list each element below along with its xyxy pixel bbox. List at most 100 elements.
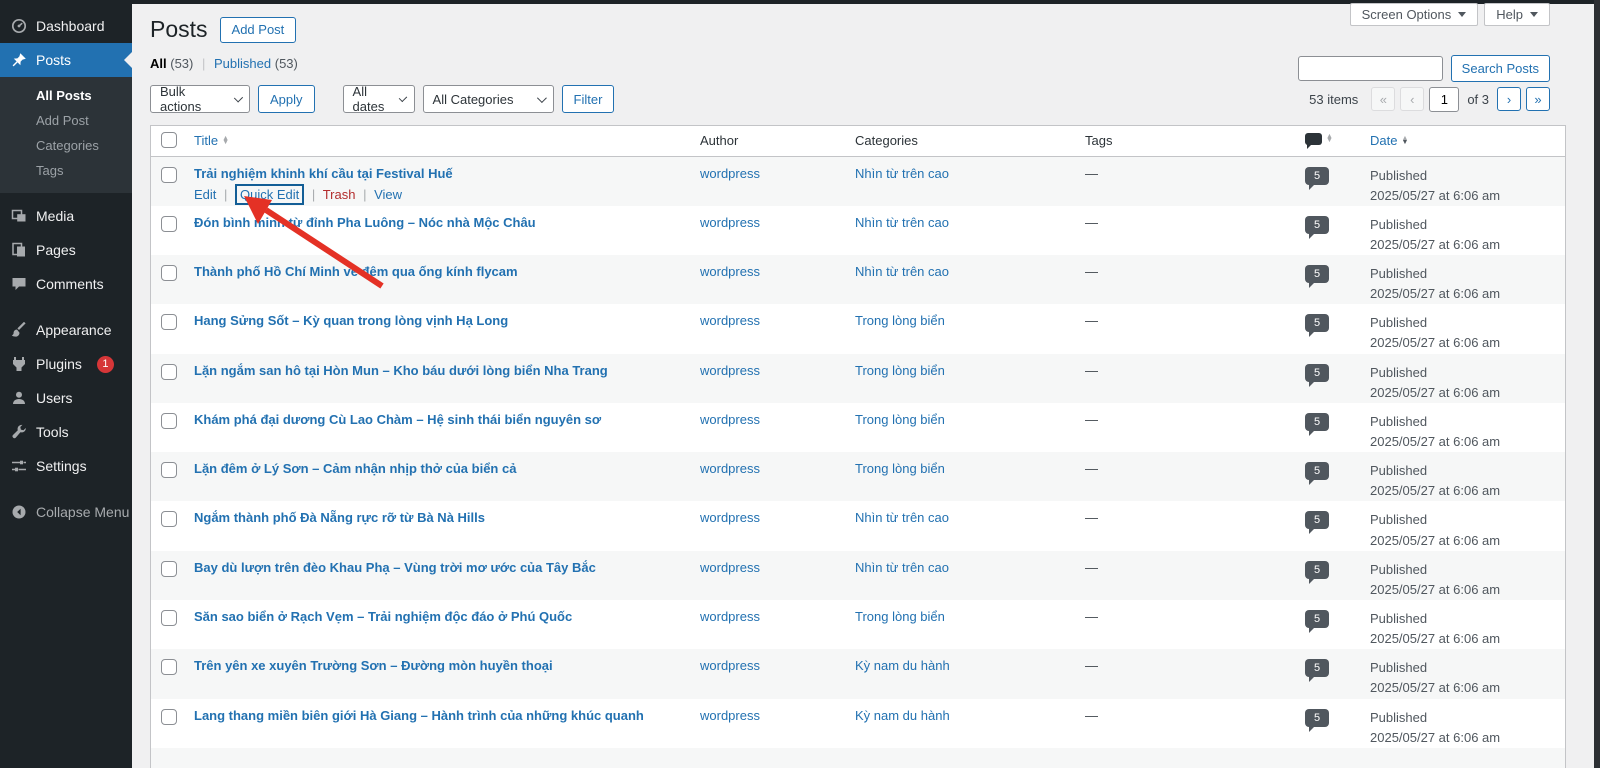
sidebar-item-media[interactable]: Media [0, 199, 132, 233]
author-link[interactable]: wordpress [700, 609, 760, 624]
author-link[interactable]: wordpress [700, 461, 760, 476]
author-link[interactable]: wordpress [700, 264, 760, 279]
post-title-link[interactable]: Đón bình minh từ đỉnh Pha Luông – Nóc nh… [194, 215, 536, 230]
author-link[interactable]: wordpress [700, 510, 760, 525]
view-all-link[interactable]: All [150, 56, 167, 71]
view-published-link[interactable]: Published [214, 56, 271, 71]
sidebar-item-pages[interactable]: Pages [0, 233, 132, 267]
post-title-link[interactable]: Trải nghiệm khinh khí cầu tại Festival H… [194, 166, 453, 181]
comment-count-bubble[interactable]: 5 [1305, 166, 1329, 190]
post-title-link[interactable]: Khám phá đại dương Cù Lao Chàm – Hệ sinh… [194, 412, 601, 427]
row-checkbox[interactable] [161, 215, 177, 232]
sidebar-item-comments[interactable]: Comments [0, 267, 132, 301]
post-title-link[interactable]: Bay dù lượn trên đèo Khau Phạ – Vùng trờ… [194, 560, 596, 575]
trash-link[interactable]: Trash [323, 187, 356, 202]
category-link[interactable]: Nhìn từ trên cao [855, 166, 949, 181]
category-link[interactable]: Kỳ nam du hành [855, 708, 950, 723]
category-link[interactable]: Kỳ nam du hành [855, 658, 950, 673]
sidebar-item-tools[interactable]: Tools [0, 415, 132, 449]
category-link[interactable]: Trong lòng biển [855, 412, 945, 427]
post-title-link[interactable]: Trên yên xe xuyên Trường Sơn – Đường mòn… [194, 658, 553, 673]
row-checkbox[interactable] [161, 462, 177, 479]
author-link[interactable]: wordpress [700, 708, 760, 723]
submenu-item-all-posts[interactable]: All Posts [0, 83, 132, 108]
date-filter-select[interactable]: All dates [342, 84, 415, 114]
sidebar-item-collapse-menu[interactable]: Collapse Menu [0, 495, 132, 529]
category-link[interactable]: Nhìn từ trên cao [855, 560, 949, 575]
author-link[interactable]: wordpress [700, 166, 760, 181]
row-checkbox[interactable] [161, 560, 177, 577]
category-link[interactable]: Nhìn từ trên cao [855, 510, 949, 525]
submenu-item-add-post[interactable]: Add Post [0, 108, 132, 133]
filter-button[interactable]: Filter [561, 85, 615, 113]
row-checkbox[interactable] [161, 659, 177, 676]
sidebar-item-posts[interactable]: Posts [0, 43, 132, 77]
search-posts-button[interactable]: Search Posts [1450, 55, 1550, 82]
post-title-link[interactable]: Ngắm thành phố Đà Nẵng rực rỡ từ Bà Nà H… [194, 510, 485, 525]
select-all-checkbox[interactable] [161, 131, 177, 148]
row-checkbox[interactable] [161, 363, 177, 380]
sidebar-item-dashboard[interactable]: Dashboard [0, 9, 132, 43]
author-link[interactable]: wordpress [700, 215, 760, 230]
help-button[interactable]: Help [1484, 3, 1550, 26]
view-link[interactable]: View [374, 187, 402, 202]
comment-count-bubble[interactable]: 5 [1305, 462, 1329, 486]
comment-count-bubble[interactable]: 5 [1305, 560, 1329, 584]
comment-count-bubble[interactable]: 5 [1305, 708, 1329, 732]
column-header-comments[interactable]: ▲ ▼ [1305, 133, 1333, 150]
next-page-button[interactable]: › [1497, 87, 1521, 111]
post-title-link[interactable]: Lang thang miền biên giới Hà Giang – Hàn… [194, 708, 644, 723]
author-link[interactable]: wordpress [700, 658, 760, 673]
sidebar-item-plugins[interactable]: Plugins 1 [0, 347, 132, 381]
browser-scrollbar[interactable] [1594, 0, 1600, 768]
category-link[interactable]: Nhìn từ trên cao [855, 264, 949, 279]
row-checkbox[interactable] [161, 708, 177, 725]
category-link[interactable]: Trong lòng biển [855, 609, 945, 624]
edit-link[interactable]: Edit [194, 187, 216, 202]
post-title-link[interactable]: Thành phố Hồ Chí Minh về đêm qua ống kín… [194, 264, 518, 279]
sidebar-item-users[interactable]: Users [0, 381, 132, 415]
comment-count-bubble[interactable]: 5 [1305, 511, 1329, 535]
comment-count-bubble[interactable]: 5 [1305, 610, 1329, 634]
post-title-link[interactable]: Săn sao biển ở Rạch Vẹm – Trải nghiệm độ… [194, 609, 572, 624]
category-link[interactable]: Trong lòng biển [855, 363, 945, 378]
add-post-button[interactable]: Add Post [219, 16, 297, 43]
apply-button[interactable]: Apply [258, 85, 315, 113]
author-link[interactable]: wordpress [700, 412, 760, 427]
comment-count-bubble[interactable]: 5 [1305, 659, 1329, 683]
comment-count-bubble[interactable]: 5 [1305, 265, 1329, 289]
comment-count-bubble[interactable]: 5 [1305, 314, 1329, 338]
row-checkbox[interactable] [161, 412, 177, 429]
row-checkbox[interactable] [161, 265, 177, 282]
category-filter-select[interactable]: All Categories [422, 85, 554, 113]
column-header-title[interactable]: Title ▲ ▼ [194, 133, 229, 148]
post-title-link[interactable]: Lặn ngắm san hô tại Hòn Mun – Kho báu dư… [194, 363, 608, 378]
submenu-item-categories[interactable]: Categories [0, 133, 132, 158]
row-checkbox[interactable] [161, 511, 177, 528]
column-header-date[interactable]: Date ▲ ▼ [1370, 133, 1408, 148]
comment-count-bubble[interactable]: 5 [1305, 412, 1329, 436]
row-checkbox[interactable] [161, 314, 177, 331]
screen-options-button[interactable]: Screen Options [1349, 3, 1479, 26]
post-title-link[interactable]: Lặn đêm ở Lý Sơn – Cảm nhận nhịp thở của… [194, 461, 516, 476]
current-page-input[interactable] [1429, 86, 1460, 112]
author-link[interactable]: wordpress [700, 363, 760, 378]
search-input[interactable] [1297, 56, 1443, 81]
category-link[interactable]: Trong lòng biển [855, 461, 945, 476]
last-page-button[interactable]: » [1526, 87, 1550, 111]
comment-count-bubble[interactable]: 5 [1305, 215, 1329, 239]
bulk-actions-select[interactable]: Bulk actions [150, 84, 250, 114]
author-link[interactable]: wordpress [700, 313, 760, 328]
post-title-link[interactable]: Hang Sửng Sốt – Kỳ quan trong lòng vịnh … [194, 313, 508, 328]
row-checkbox[interactable] [161, 166, 177, 183]
comment-count-bubble[interactable]: 5 [1305, 363, 1329, 387]
category-link[interactable]: Trong lòng biển [855, 313, 945, 328]
category-link[interactable]: Nhìn từ trên cao [855, 215, 949, 230]
table-row: Đón bình minh từ đỉnh Pha Luông – Nóc nh… [151, 206, 1565, 255]
sidebar-item-appearance[interactable]: Appearance [0, 313, 132, 347]
submenu-item-tags[interactable]: Tags [0, 158, 132, 183]
row-checkbox[interactable] [161, 610, 177, 627]
sidebar-item-settings[interactable]: Settings [0, 449, 132, 483]
quick-edit-link[interactable]: Quick Edit [235, 183, 305, 205]
author-link[interactable]: wordpress [700, 560, 760, 575]
